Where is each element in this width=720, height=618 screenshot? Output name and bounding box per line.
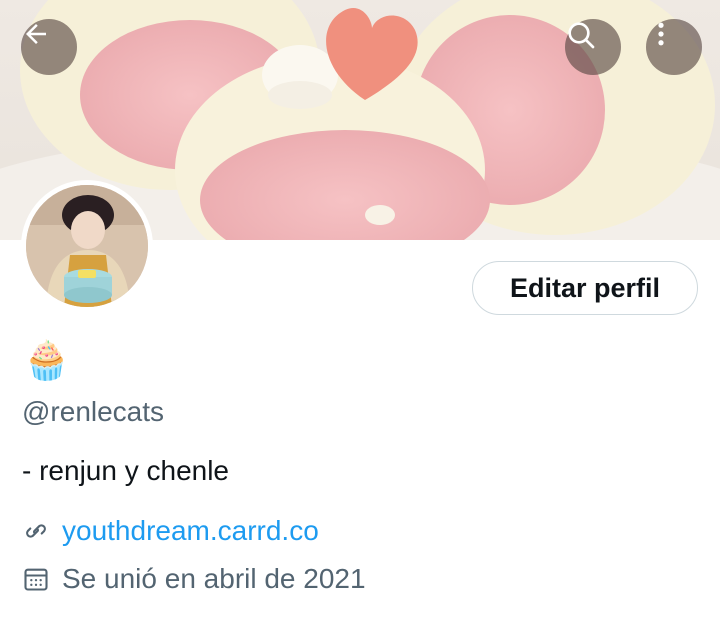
arrow-left-icon <box>26 24 46 44</box>
user-handle: @renlecats <box>22 396 165 427</box>
calendar-icon <box>22 565 50 593</box>
user-bio: - renjun y chenle <box>22 455 230 486</box>
profile-link-row: youthdream.carrd.co <box>22 515 319 547</box>
display-name-emoji: 🧁 <box>23 340 71 382</box>
edit-profile-button[interactable]: Editar perfil <box>472 261 698 315</box>
more-options-button[interactable] <box>646 19 702 75</box>
back-button[interactable] <box>21 19 77 75</box>
more-vertical-icon <box>658 22 664 46</box>
join-date-row: Se unió en abril de 2021 <box>22 563 366 595</box>
profile-link[interactable]: youthdream.carrd.co <box>62 515 319 547</box>
edit-profile-label: Editar perfil <box>509 272 661 303</box>
avatar[interactable] <box>21 180 153 312</box>
avatar-image <box>26 185 148 307</box>
search-button[interactable] <box>565 19 621 75</box>
display-name: 🧁 <box>23 335 73 387</box>
search-icon <box>568 22 595 49</box>
join-date: Se unió en abril de 2021 <box>62 563 366 594</box>
link-icon <box>22 517 50 545</box>
